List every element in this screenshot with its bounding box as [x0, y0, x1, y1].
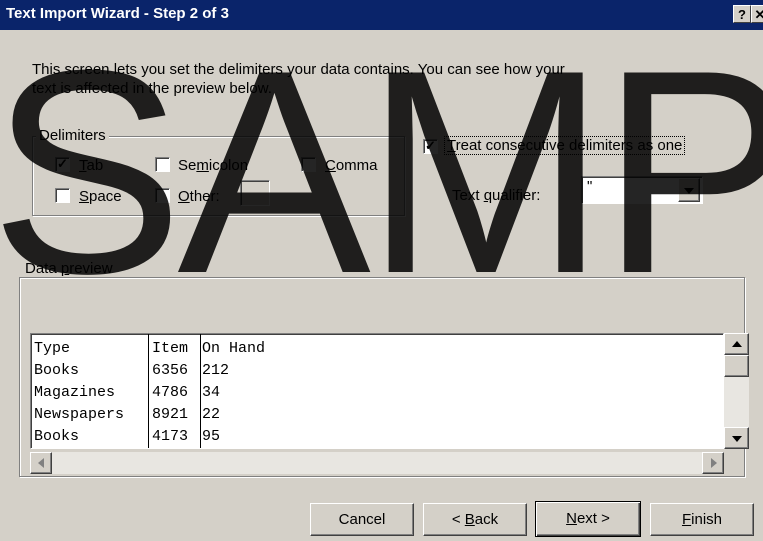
cancel-button[interactable]: Cancel	[310, 503, 414, 536]
consecutive-delimiters-checkbox[interactable]: ✓	[423, 139, 438, 154]
preview-column-type[interactable]: Type Books Magazines Newspapers Books	[34, 338, 148, 448]
preview-cell: Books	[34, 428, 80, 445]
preview-cell: 34	[202, 384, 221, 401]
space-checkbox[interactable]	[55, 188, 70, 203]
preview-cell: Type	[34, 340, 71, 357]
text-qualifier-select[interactable]: "	[581, 176, 703, 204]
other-checkbox[interactable]	[155, 188, 170, 203]
close-icon: ✕	[754, 7, 763, 22]
preview-cell: Item	[152, 340, 189, 357]
semicolon-checkbox[interactable]	[155, 157, 170, 172]
space-label[interactable]: Space	[79, 188, 122, 205]
data-preview-grid[interactable]: Type Books Magazines Newspapers Books It…	[30, 333, 724, 449]
other-delimiter-input[interactable]	[240, 180, 270, 206]
scroll-thumb[interactable]	[724, 355, 749, 377]
semicolon-label[interactable]: Semicolon	[178, 157, 248, 174]
tab-label[interactable]: Tab	[79, 157, 103, 174]
preview-column-item[interactable]: Item 6356 4786 8921 4173	[152, 338, 200, 448]
text-qualifier-value: "	[587, 178, 593, 195]
delimiters-legend: Delimiters	[36, 127, 109, 144]
comma-checkbox[interactable]	[301, 157, 316, 172]
consecutive-delimiters-label[interactable]: Treat consecutive delimiters as one	[444, 136, 686, 155]
next-button[interactable]: Next >	[535, 501, 641, 537]
close-button[interactable]: ✕	[751, 5, 763, 23]
arrow-right-icon	[711, 458, 717, 468]
column-divider[interactable]	[200, 334, 201, 448]
preview-cell: Newspapers	[34, 406, 125, 423]
column-divider[interactable]	[148, 334, 149, 448]
text-qualifier-label: Text qualifier:	[452, 187, 541, 204]
help-button[interactable]: ?	[733, 5, 751, 23]
data-preview-legend: Data preview	[22, 260, 116, 277]
other-label[interactable]: Other:	[178, 188, 220, 205]
preview-cell: On Hand	[202, 340, 266, 357]
horizontal-scrollbar[interactable]	[30, 452, 724, 474]
vertical-scrollbar[interactable]	[724, 333, 749, 449]
scroll-right-button[interactable]	[702, 452, 724, 474]
preview-cell: 4786	[152, 384, 189, 401]
preview-cell: 8921	[152, 406, 189, 423]
chevron-down-icon	[684, 188, 694, 194]
back-button[interactable]: < Back	[423, 503, 527, 536]
arrow-up-icon	[732, 341, 742, 347]
scroll-left-button[interactable]	[30, 452, 52, 474]
tab-checkbox[interactable]: ✓	[55, 157, 70, 172]
preview-cell: 6356	[152, 362, 189, 379]
preview-cell: Books	[34, 362, 80, 379]
finish-button[interactable]: Finish	[650, 503, 754, 536]
window-title: Text Import Wizard - Step 2 of 3	[6, 5, 229, 22]
preview-column-on-hand[interactable]: On Hand 212 34 22 95	[202, 338, 322, 448]
arrow-left-icon	[38, 458, 44, 468]
preview-cell: 95	[202, 428, 221, 445]
qualifier-dropdown-button[interactable]	[678, 178, 700, 202]
preview-cell: 4173	[152, 428, 189, 445]
preview-cell: Magazines	[34, 384, 116, 401]
scroll-down-button[interactable]	[724, 427, 749, 449]
comma-label[interactable]: Comma	[325, 157, 378, 174]
scroll-up-button[interactable]	[724, 333, 749, 355]
intro-text: This screen lets you set the delimiters …	[32, 61, 565, 97]
preview-cell: 22	[202, 406, 221, 423]
title-bar[interactable]: Text Import Wizard - Step 2 of 3 ? ✕	[0, 0, 763, 30]
preview-cell: 212	[202, 362, 230, 379]
arrow-down-icon	[732, 436, 742, 442]
